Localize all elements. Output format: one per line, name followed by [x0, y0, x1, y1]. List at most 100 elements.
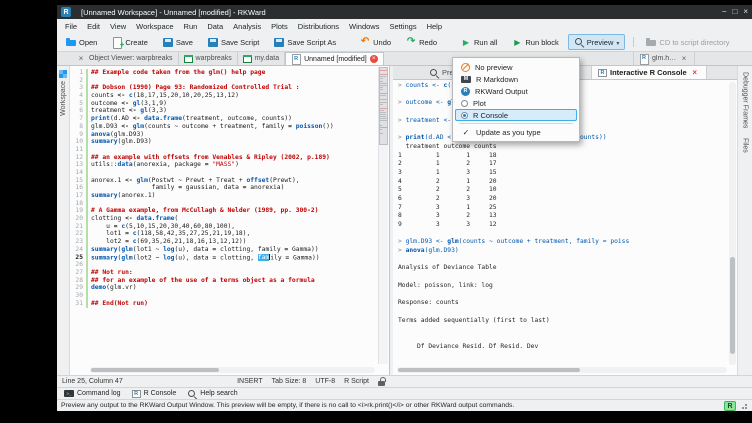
- menu-item[interactable]: Windows: [344, 22, 384, 31]
- editor-status-bar: Line 25, Column 47 INSERT Tab Size: 8 UT…: [57, 375, 390, 387]
- text-line: ## Not run:: [91, 269, 376, 277]
- minimap-scrollbar[interactable]: [378, 67, 388, 364]
- close-button[interactable]: ×: [743, 5, 748, 19]
- preview-menu-item[interactable]: R Markdown: [455, 73, 577, 85]
- text-line: [398, 256, 725, 265]
- maximize-button[interactable]: □: [732, 5, 737, 19]
- save-button[interactable]: Save: [157, 34, 202, 50]
- menu-item[interactable]: Edit: [82, 22, 105, 31]
- minimize-button[interactable]: −: [722, 5, 727, 19]
- line-number-gutter: 1234567891011121314151617181920212223242…: [70, 69, 86, 307]
- preview-button[interactable]: Preview: [568, 34, 626, 50]
- text-line: ## an example with offsets from Venables…: [91, 154, 376, 162]
- text-line: [398, 230, 725, 239]
- lock-icon[interactable]: [378, 377, 385, 386]
- status-message-bar: Preview any output to the RKWard Output …: [57, 399, 752, 411]
- line-number: 6: [70, 107, 86, 115]
- left-dock-bar: Workspace: [57, 66, 70, 375]
- line-number: 25: [70, 254, 86, 262]
- menu-item[interactable]: Plots: [266, 22, 293, 31]
- undo-icon: [360, 37, 370, 47]
- text-line: outcome <- gl(3,1,9): [91, 100, 376, 108]
- text-line: Df Deviance Resid. Df Resid. Dev: [398, 343, 725, 352]
- r-console-tab[interactable]: R Console: [128, 390, 181, 398]
- text-line: clotting <- data.frame(: [91, 215, 376, 223]
- r-engine-status[interactable]: R: [724, 401, 736, 411]
- syntax-mode[interactable]: R Script: [344, 378, 369, 385]
- line-number: 21: [70, 223, 86, 231]
- line-number: 19: [70, 207, 86, 215]
- text-line: [91, 200, 376, 208]
- preview-menu-item[interactable]: Plot: [455, 97, 577, 109]
- text-line: 5 2 2 10: [398, 186, 725, 195]
- cd-to-script-directory-button[interactable]: CD to script directory: [640, 34, 738, 50]
- menu-item[interactable]: Workspace: [131, 22, 178, 31]
- line-number: 18: [70, 200, 86, 208]
- table-icon: [243, 55, 252, 63]
- tab-size[interactable]: Tab Size: 8: [272, 378, 307, 385]
- code-area[interactable]: ## Example code taken from the glm() hel…: [91, 69, 376, 363]
- run-all-button[interactable]: Run all: [455, 34, 506, 50]
- text-line: Response: counts: [398, 299, 725, 308]
- table-icon: [184, 55, 193, 63]
- console-horizontal-scrollbar[interactable]: [397, 367, 727, 373]
- console-vertical-scrollbar[interactable]: [729, 82, 736, 365]
- sidebar-tab[interactable]: Files: [742, 138, 749, 153]
- menu-item[interactable]: File: [60, 22, 82, 31]
- rkward-output-icon: [461, 87, 470, 96]
- markdown-icon: [461, 76, 471, 83]
- document-tab[interactable]: Unnamed [modified]: [285, 52, 384, 65]
- text-line: [91, 146, 376, 154]
- menu-item[interactable]: Settings: [384, 22, 421, 31]
- text-line: # A Gamma example, from McCullagh & Neld…: [91, 207, 376, 215]
- encoding[interactable]: UTF-8: [315, 378, 335, 385]
- script-editor[interactable]: 1234567891011121314151617181920212223242…: [70, 66, 390, 375]
- bottom-tool-bar: Command log R Console Help search: [57, 387, 752, 399]
- line-number: 29: [70, 284, 86, 292]
- tab-close-icon[interactable]: [679, 54, 689, 64]
- close-icon: [76, 54, 86, 64]
- preview-menu-item[interactable]: RKWard Output: [455, 85, 577, 97]
- resize-grip[interactable]: [740, 402, 748, 410]
- redo-button[interactable]: Redo: [400, 34, 446, 50]
- command-log-tab[interactable]: Command log: [60, 390, 125, 397]
- open-button[interactable]: Open: [60, 34, 106, 50]
- preview-menu-item[interactable]: No preview: [455, 61, 577, 73]
- tab-close-icon[interactable]: [690, 68, 700, 78]
- text-line: 9 3 3 12: [398, 221, 725, 230]
- update-as-you-type-item[interactable]: Update as you type: [455, 126, 577, 138]
- radio-icon: [461, 100, 468, 107]
- menu-item[interactable]: Help: [422, 22, 447, 31]
- menu-item[interactable]: Distributions: [293, 22, 344, 31]
- undo-button[interactable]: Undo: [354, 34, 400, 50]
- text-line: [91, 169, 376, 177]
- text-line: [91, 261, 376, 269]
- menu-item[interactable]: Run: [179, 22, 203, 31]
- save-icon: [274, 37, 284, 47]
- create-button[interactable]: Create: [106, 34, 157, 50]
- document-tab[interactable]: Object Viewer: warpbreaks: [71, 52, 179, 65]
- preview-menu-item[interactable]: R Console: [455, 109, 577, 121]
- line-number: 12: [70, 154, 86, 162]
- sidebar-tab[interactable]: Debugger Frames: [742, 72, 749, 128]
- text-line: summary(glm.D93): [91, 138, 376, 146]
- editor-horizontal-scrollbar[interactable]: [90, 367, 375, 373]
- console-tab[interactable]: Interactive R Console: [591, 66, 707, 79]
- document-tab[interactable]: glm.h…: [633, 52, 695, 65]
- menu-item[interactable]: Analysis: [228, 22, 266, 31]
- folder-gray-icon: [646, 37, 656, 47]
- document-tab[interactable]: my.data: [238, 52, 285, 65]
- run-block-button[interactable]: Run block: [506, 34, 567, 50]
- text-line: summary(glm(lot1 ~ log(u), data = clotti…: [91, 246, 376, 254]
- menu-item[interactable]: Data: [202, 22, 228, 31]
- save-script-as-button[interactable]: Save Script As: [268, 34, 345, 50]
- insert-mode[interactable]: INSERT: [237, 378, 263, 385]
- modified-lines-marker: [86, 69, 88, 308]
- save-script-button[interactable]: Save Script: [202, 34, 268, 50]
- sidebar-tab-workspace[interactable]: Workspace: [60, 81, 67, 116]
- tab-close-icon[interactable]: [370, 55, 378, 63]
- menu-item[interactable]: View: [105, 22, 131, 31]
- help-search-tab[interactable]: Help search: [183, 389, 241, 399]
- line-number: 22: [70, 230, 86, 238]
- document-tab[interactable]: warpbreaks: [179, 52, 238, 65]
